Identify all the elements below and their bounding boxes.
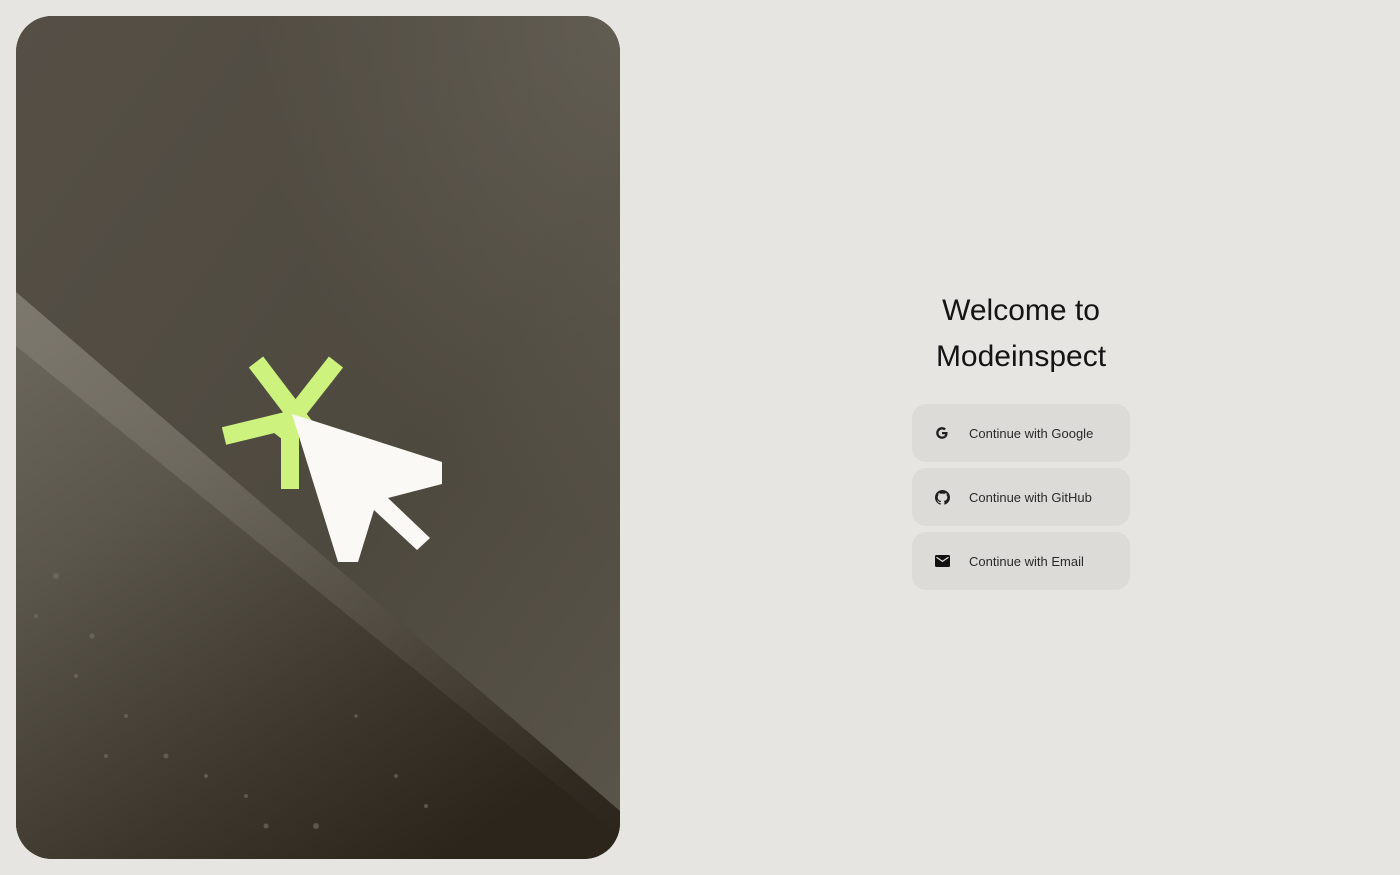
continue-with-google-button[interactable]: Continue with Google <box>912 404 1130 462</box>
email-button-label: Continue with Email <box>969 553 1084 569</box>
google-button-label: Continue with Google <box>969 425 1094 441</box>
continue-with-email-button[interactable]: Continue with Email <box>912 532 1130 590</box>
welcome-title: Welcome to Modeinspect <box>935 294 1107 373</box>
continue-with-github-button[interactable]: Continue with GitHub <box>912 468 1130 526</box>
hero-illustration <box>16 16 620 859</box>
github-button-label: Continue with GitHub <box>969 489 1092 505</box>
github-icon <box>934 489 950 505</box>
signin-panel: Welcome to Modeinspect Continue with Goo… <box>912 288 1130 596</box>
hero-image <box>16 16 620 859</box>
login-page: Welcome to Modeinspect Continue with Goo… <box>0 0 1400 875</box>
email-icon <box>934 553 950 569</box>
google-icon <box>934 425 950 441</box>
